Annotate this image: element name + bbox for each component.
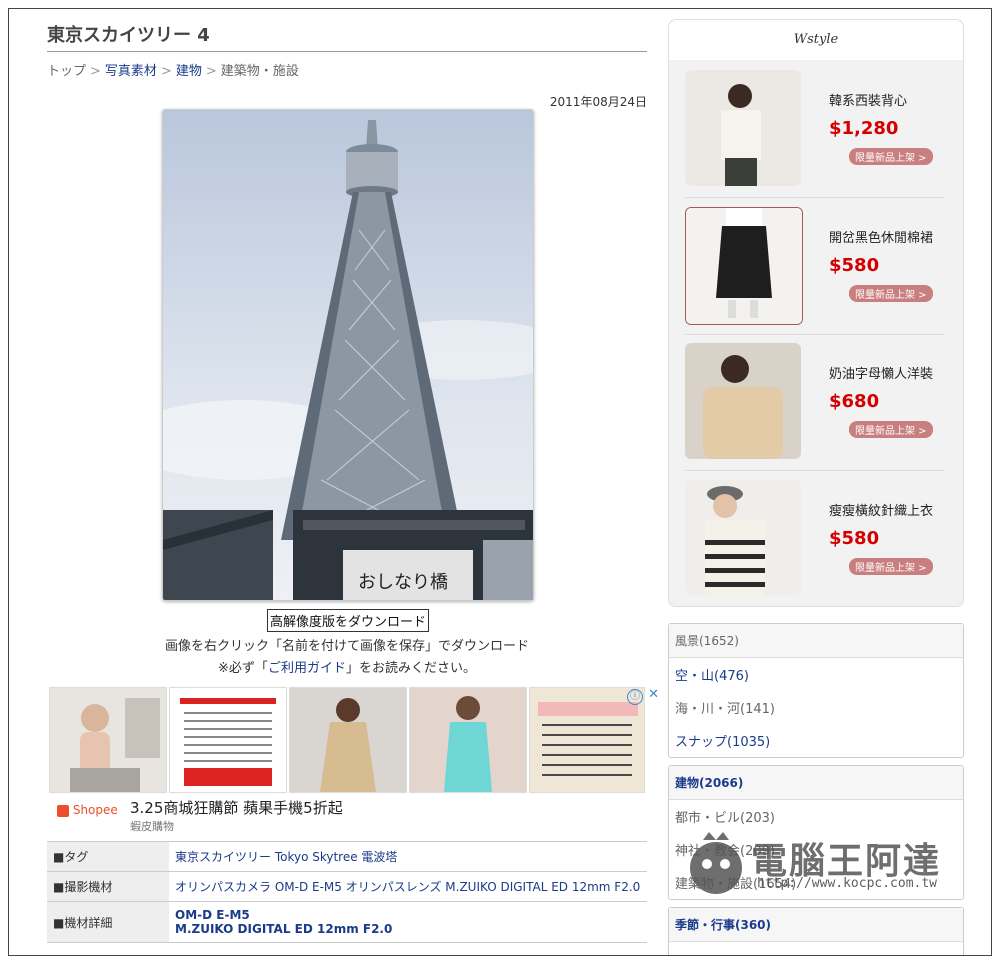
- meta-key: ■撮影機材: [47, 871, 169, 902]
- breadcrumb-separator: >: [205, 64, 217, 79]
- shopee-bag-icon: [57, 804, 69, 817]
- page-title: 東京スカイツリー 4: [47, 15, 647, 52]
- divider: [685, 470, 945, 471]
- breadcrumb-current: 建築物・施設: [220, 64, 299, 79]
- product-card-4[interactable]: 瘦瘦橫紋針織上衣 $580 限量新品上架 >: [685, 480, 945, 600]
- product-image[interactable]: [685, 207, 803, 325]
- ad-thumb-3[interactable]: [289, 687, 407, 793]
- skytree-photo[interactable]: おしなり橋: [162, 109, 534, 601]
- meta-key: ■タグ: [47, 841, 169, 872]
- ad-info-icon[interactable]: ⓘ: [627, 689, 643, 705]
- ad-thumb-5[interactable]: [529, 687, 645, 793]
- shop-ad-panel[interactable]: Wstyle 韓系西裝背心 $1,280 限量新品上架 > 開岔黑色休閒棉裙 $…: [668, 19, 964, 607]
- ad-thumb-image: [530, 688, 644, 792]
- category-item[interactable]: スナップ(1035): [669, 724, 963, 757]
- svg-text:おしなり橋: おしなり橋: [358, 572, 448, 593]
- category-item[interactable]: 都市・ビル(203): [669, 800, 963, 833]
- guide-suffix: 」をお読みください。: [345, 661, 476, 676]
- product-image[interactable]: [685, 480, 801, 596]
- meta-equipment[interactable]: オリンパスカメラ OM-D E-M5 オリンパスレンズ M.ZUIKO DIGI…: [169, 871, 647, 902]
- breadcrumb-photo-material[interactable]: 写真素材: [105, 64, 157, 79]
- product-image[interactable]: [685, 70, 801, 186]
- skytree-photo-image: おしなり橋: [163, 110, 533, 600]
- breadcrumb-top[interactable]: トップ: [47, 64, 86, 79]
- table-row: ■タグ 東京スカイツリー Tokyo Skytree 電波塔: [47, 841, 647, 872]
- guide-note: ※必ず「ご利用ガイド」をお読みください。: [47, 657, 647, 676]
- meta-tags[interactable]: 東京スカイツリー Tokyo Skytree 電波塔: [169, 841, 647, 872]
- breadcrumb-separator: >: [160, 64, 172, 79]
- product-price: $1,280: [829, 118, 899, 139]
- category-box-seasons: 季節・行事(360): [668, 907, 964, 955]
- download-note: 画像を右クリック「名前を付けて画像を保存」でダウンロード: [164, 639, 529, 654]
- product-name[interactable]: 韓系西裝背心: [829, 90, 907, 109]
- post-date: 2011年08月24日: [549, 95, 647, 109]
- category-item[interactable]: 神社・教会(209): [669, 833, 963, 866]
- category-item[interactable]: 建築物・施設(1654): [669, 866, 963, 899]
- meta-camera[interactable]: OM-D E-M5: [175, 908, 250, 922]
- category-heading[interactable]: 風景(1652): [669, 624, 963, 658]
- product-name[interactable]: 開岔黑色休閒棉裙: [829, 227, 933, 246]
- download-hires-button[interactable]: 高解像度版をダウンロード: [267, 609, 430, 632]
- guide-link[interactable]: ご利用ガイド: [268, 661, 346, 676]
- category-box-buildings: 建物(2066) 都市・ビル(203) 神社・教会(209) 建築物・施設(16…: [668, 765, 964, 900]
- ad-thumb-image: [50, 688, 166, 792]
- breadcrumb-buildings[interactable]: 建物: [176, 64, 202, 79]
- guide-prefix: ※必ず「: [218, 661, 268, 676]
- ad-thumb-2[interactable]: [169, 687, 287, 793]
- photo-meta-table: ■タグ 東京スカイツリー Tokyo Skytree 電波塔 ■撮影機材 オリン…: [47, 841, 647, 943]
- divider: [685, 334, 945, 335]
- meta-key: ■機材詳細: [47, 901, 169, 943]
- table-row: ■撮影機材 オリンパスカメラ OM-D E-M5 オリンパスレンズ M.ZUIK…: [47, 871, 647, 902]
- shop-logo[interactable]: Wstyle: [669, 20, 963, 60]
- product-price: $580: [829, 255, 880, 276]
- ad-headline[interactable]: 3.25商城狂購節 蘋果手機5折起: [130, 797, 343, 818]
- ad-thumb-image: [170, 688, 286, 792]
- table-row: ■機材詳細 OM-D E-M5 M.ZUIKO DIGITAL ED 12mm …: [47, 901, 647, 943]
- breadcrumb-separator: >: [90, 64, 101, 79]
- category-item[interactable]: 海・川・河(141): [669, 691, 963, 724]
- category-heading[interactable]: 季節・行事(360): [669, 908, 963, 942]
- product-cta[interactable]: 限量新品上架 >: [849, 421, 933, 438]
- ad-thumb-1[interactable]: [49, 687, 167, 793]
- ad-thumb-image: [410, 688, 526, 792]
- shopee-brand: Shopee: [72, 803, 118, 817]
- breadcrumb: トップ > 写真素材 > 建物 > 建築物・施設: [47, 60, 647, 79]
- product-cta[interactable]: 限量新品上架 >: [849, 558, 933, 575]
- product-price: $580: [829, 528, 880, 549]
- product-image[interactable]: [685, 343, 801, 459]
- product-name[interactable]: 瘦瘦橫紋針織上衣: [829, 500, 933, 519]
- category-box-landscape: 風景(1652) 空・山(476) 海・川・河(141) スナップ(1035): [668, 623, 964, 758]
- ad-close-icon[interactable]: ✕: [648, 687, 659, 702]
- product-cta[interactable]: 限量新品上架 >: [849, 285, 933, 302]
- ad-thumb-image: [290, 688, 406, 792]
- ad-sub: 蝦皮購物: [130, 820, 174, 833]
- product-card-1[interactable]: 韓系西裝背心 $1,280 限量新品上架 >: [685, 70, 945, 198]
- product-card-3[interactable]: 奶油字母懶人洋裝 $680 限量新品上架 >: [685, 343, 945, 471]
- ad-image-strip[interactable]: ⓘ ✕: [47, 687, 659, 793]
- shopee-logo[interactable]: Shopee: [57, 803, 118, 817]
- category-item[interactable]: 空・山(476): [669, 658, 963, 691]
- category-heading[interactable]: 建物(2066): [669, 766, 963, 800]
- browser-frame: 東京スカイツリー 4 トップ > 写真素材 > 建物 > 建築物・施設 2011年08月24…: [8, 8, 992, 956]
- ad-thumb-4[interactable]: [409, 687, 527, 793]
- product-card-2[interactable]: 開岔黑色休閒棉裙 $580 限量新品上架 >: [685, 207, 945, 335]
- product-cta[interactable]: 限量新品上架 >: [849, 148, 933, 165]
- divider: [685, 197, 945, 198]
- meta-lens[interactable]: M.ZUIKO DIGITAL ED 12mm F2.0: [175, 922, 392, 936]
- main-content: 東京スカイツリー 4 トップ > 写真素材 > 建物 > 建築物・施設 2011年08月24…: [47, 15, 659, 943]
- product-name[interactable]: 奶油字母懶人洋裝: [829, 363, 933, 382]
- product-price: $680: [829, 391, 880, 412]
- meta-equipment-detail: OM-D E-M5 M.ZUIKO DIGITAL ED 12mm F2.0: [169, 901, 647, 943]
